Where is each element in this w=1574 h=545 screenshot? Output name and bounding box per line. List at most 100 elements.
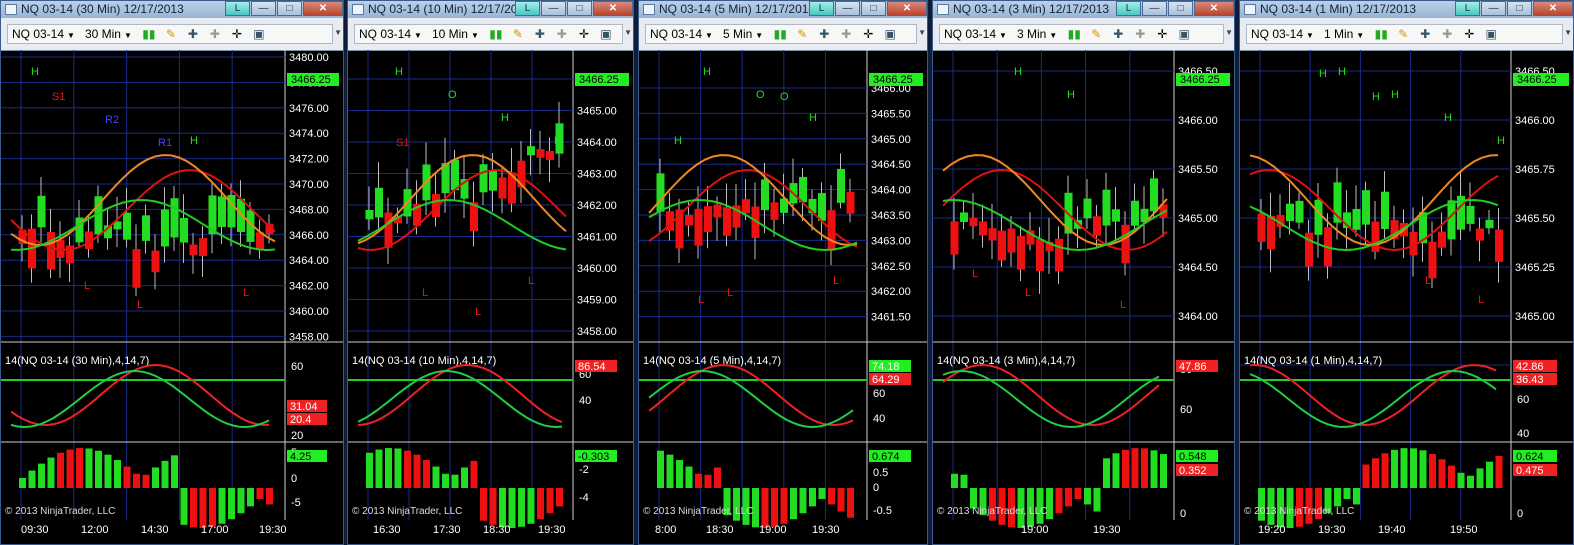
zoom-in-icon[interactable]: ✚ xyxy=(532,28,548,40)
pencil-icon[interactable]: ✎ xyxy=(1395,28,1411,40)
instrument-selector[interactable]: NQ 03-14 ▼ xyxy=(359,27,422,41)
title-bar[interactable]: NQ 03-14 (1 Min) 12/17/2013 L — □ ✕ xyxy=(1240,1,1573,18)
instrument-selector[interactable]: NQ 03-14 ▼ xyxy=(12,27,75,41)
link-button[interactable]: L xyxy=(1116,1,1141,16)
title-bar[interactable]: NQ 03-14 (10 Min) 12/17/2013 L — □ ✕ xyxy=(348,1,633,18)
instrument-selector[interactable]: NQ 03-14 ▼ xyxy=(1251,27,1314,41)
crosshair-icon[interactable]: ✛ xyxy=(576,28,592,40)
macd-value-marker: 0.475 xyxy=(1513,464,1557,477)
minimize-button[interactable]: — xyxy=(541,1,566,16)
zoom-out-icon[interactable]: ✚ xyxy=(554,28,570,40)
stochastic-label: 14(NQ 03-14 (5 Min),4,14,7) xyxy=(643,355,781,367)
pencil-icon[interactable]: ✎ xyxy=(163,28,179,40)
instrument-selector[interactable]: NQ 03-14 ▼ xyxy=(944,27,1007,41)
close-button[interactable]: ✕ xyxy=(1194,1,1234,16)
close-button[interactable]: ✕ xyxy=(887,1,927,16)
zoom-out-icon[interactable]: ✚ xyxy=(1132,28,1148,40)
interval-selector[interactable]: 1 Min ▼ xyxy=(1324,27,1364,41)
zoom-out-icon[interactable]: ✚ xyxy=(838,28,854,40)
zoom-in-icon[interactable]: ✚ xyxy=(185,28,201,40)
minimize-button[interactable]: — xyxy=(835,1,860,16)
pencil-icon[interactable]: ✎ xyxy=(1088,28,1104,40)
zoom-out-icon[interactable]: ✚ xyxy=(207,28,223,40)
chart-window-10min[interactable]: NQ 03-14 (10 Min) 12/17/2013 L — □ ✕ NQ … xyxy=(347,0,634,545)
crosshair-icon[interactable]: ✛ xyxy=(860,28,876,40)
link-button[interactable]: L xyxy=(1455,1,1480,16)
close-button[interactable]: ✕ xyxy=(1533,1,1573,16)
chart-window-3min[interactable]: NQ 03-14 (3 Min) 12/17/2013 L — □ ✕ NQ 0… xyxy=(932,0,1235,545)
zoom-in-icon[interactable]: ✚ xyxy=(816,28,832,40)
overflow-chevron-icon[interactable]: ▼ xyxy=(624,28,632,37)
overflow-chevron-icon[interactable]: ▼ xyxy=(918,28,926,37)
pencil-icon[interactable]: ✎ xyxy=(794,28,810,40)
close-button[interactable]: ✕ xyxy=(303,1,343,16)
minimize-button[interactable]: — xyxy=(251,1,276,16)
interval-selector[interactable]: 30 Min ▼ xyxy=(85,27,132,41)
crosshair-icon[interactable]: ✛ xyxy=(1154,28,1170,40)
minimize-button[interactable]: — xyxy=(1481,1,1506,16)
chevron-down-icon: ▼ xyxy=(1049,31,1058,40)
macd-histogram-bar xyxy=(199,488,207,528)
crosshair-icon[interactable]: ✛ xyxy=(1461,28,1477,40)
macd-histogram-bar xyxy=(218,488,226,524)
overflow-chevron-icon[interactable]: ▼ xyxy=(334,28,342,37)
instrument-selector[interactable]: NQ 03-14 ▼ xyxy=(650,27,713,41)
title-bar[interactable]: NQ 03-14 (3 Min) 12/17/2013 L — □ ✕ xyxy=(933,1,1234,18)
macd-value-marker: 0.352 xyxy=(1176,464,1218,477)
maximize-button[interactable]: □ xyxy=(861,1,886,16)
close-button[interactable]: ✕ xyxy=(593,1,633,16)
chart-area[interactable]: 3466.003465.503465.003464.503464.003463.… xyxy=(639,50,927,545)
chart-area[interactable]: 3466.503466.003465.503465.003464.503464.… xyxy=(933,50,1234,545)
interval-selector[interactable]: 10 Min ▼ xyxy=(432,27,479,41)
price-tick-label: 3480.00 xyxy=(289,52,329,64)
title-bar[interactable]: NQ 03-14 (30 Min) 12/17/2013 L — □ ✕ xyxy=(1,1,343,18)
macd-histogram-bar xyxy=(1467,475,1474,488)
price-tick-label: 3460.00 xyxy=(289,306,329,318)
maximize-button[interactable]: □ xyxy=(277,1,302,16)
link-button[interactable]: L xyxy=(225,1,250,16)
link-button[interactable]: L xyxy=(515,1,540,16)
bar-style-icon[interactable]: ▮▮ xyxy=(1066,28,1082,40)
properties-icon[interactable]: ▣ xyxy=(251,28,267,40)
macd-histogram-bar xyxy=(1362,464,1370,488)
candle-down xyxy=(694,208,703,246)
chart-window-1min[interactable]: NQ 03-14 (1 Min) 12/17/2013 L — □ ✕ NQ 0… xyxy=(1239,0,1574,545)
chart-area[interactable]: 3466.503466.003465.753465.503465.253465.… xyxy=(1240,50,1573,545)
interval-selector[interactable]: 5 Min ▼ xyxy=(723,27,763,41)
chevron-down-icon: ▼ xyxy=(470,31,479,40)
candle-up xyxy=(656,173,665,212)
price-tick-label: 3465.50 xyxy=(871,108,911,120)
zoom-in-icon[interactable]: ✚ xyxy=(1110,28,1126,40)
bar-style-icon[interactable]: ▮▮ xyxy=(772,28,788,40)
macd-histogram-bar xyxy=(695,473,702,488)
bar-style-icon[interactable]: ▮▮ xyxy=(1373,28,1389,40)
overflow-chevron-icon[interactable]: ▼ xyxy=(1225,28,1233,37)
minimize-button[interactable]: — xyxy=(1142,1,1167,16)
chart-area[interactable]: 3466.003465.003464.003463.003462.003461.… xyxy=(348,50,633,545)
properties-icon[interactable]: ▣ xyxy=(598,28,614,40)
price-tick-label: 3462.50 xyxy=(871,261,911,273)
zoom-in-icon[interactable]: ✚ xyxy=(1417,28,1433,40)
chart-window-30min[interactable]: NQ 03-14 (30 Min) 12/17/2013 L — □ ✕ NQ … xyxy=(0,0,344,545)
maximize-button[interactable]: □ xyxy=(1507,1,1532,16)
properties-icon[interactable]: ▣ xyxy=(1176,28,1192,40)
interval-selector[interactable]: 3 Min ▼ xyxy=(1017,27,1057,41)
zoom-out-icon[interactable]: ✚ xyxy=(1439,28,1455,40)
chart-area[interactable]: 3480.003478.003476.003474.003472.003470.… xyxy=(1,50,343,545)
macd-histogram-bar xyxy=(19,478,26,488)
title-bar[interactable]: NQ 03-14 (5 Min) 12/17/2013 L — □ ✕ xyxy=(639,1,927,18)
stochastic-label: 14(NQ 03-14 (3 Min),4,14,7) xyxy=(937,355,1075,367)
candle-up xyxy=(451,159,459,191)
macd-histogram-bar xyxy=(161,460,169,488)
bar-style-icon[interactable]: ▮▮ xyxy=(488,28,504,40)
bar-style-icon[interactable]: ▮▮ xyxy=(141,28,157,40)
maximize-button[interactable]: □ xyxy=(567,1,592,16)
pencil-icon[interactable]: ✎ xyxy=(510,28,526,40)
link-button[interactable]: L xyxy=(809,1,834,16)
crosshair-icon[interactable]: ✛ xyxy=(229,28,245,40)
overflow-chevron-icon[interactable]: ▼ xyxy=(1564,28,1572,37)
chart-window-5min[interactable]: NQ 03-14 (5 Min) 12/17/2013 L — □ ✕ NQ 0… xyxy=(638,0,928,545)
maximize-button[interactable]: □ xyxy=(1168,1,1193,16)
properties-icon[interactable]: ▣ xyxy=(882,28,898,40)
properties-icon[interactable]: ▣ xyxy=(1483,28,1499,40)
